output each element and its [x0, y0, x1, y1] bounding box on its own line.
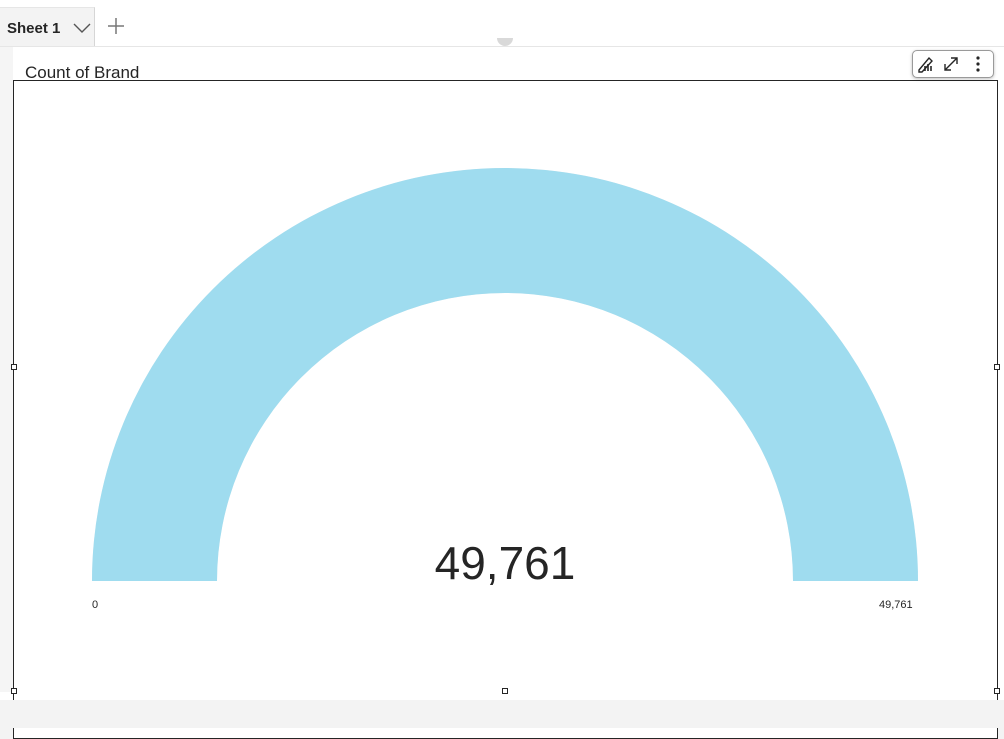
gauge-max-label: 49,761 — [879, 599, 913, 611]
resize-handle-bottom-right[interactable] — [994, 688, 1000, 694]
resize-handle-bottom-left[interactable] — [11, 688, 17, 694]
gauge-min-label: 0 — [92, 599, 99, 611]
canvas-footer — [0, 700, 1004, 728]
gauge-chart — [92, 168, 918, 581]
resize-handle-bottom[interactable] — [502, 688, 508, 694]
gauge-value: 49,761 — [434, 537, 576, 589]
resize-handle-right[interactable] — [994, 364, 1000, 370]
gauge-arc — [92, 168, 918, 581]
resize-handle-left[interactable] — [11, 364, 17, 370]
